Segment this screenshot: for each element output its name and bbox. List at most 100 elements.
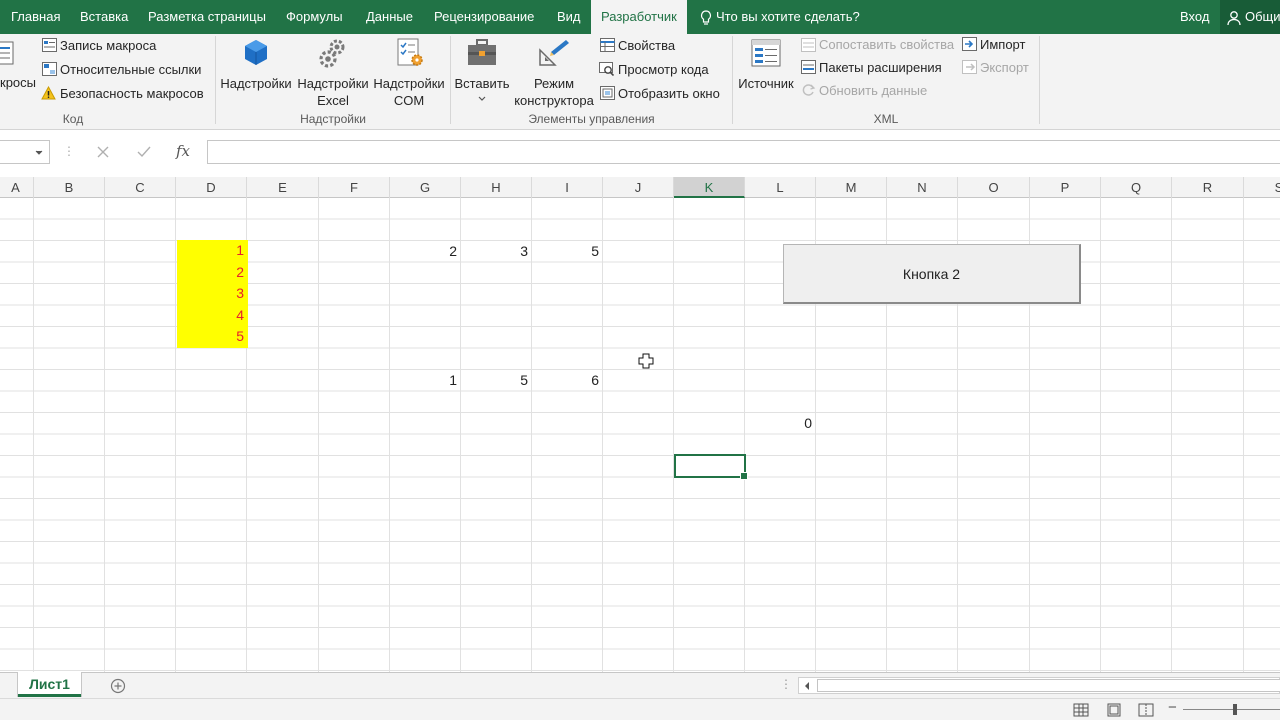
column-header-q[interactable]: Q: [1101, 177, 1172, 198]
xml-source-label: Источник: [738, 76, 794, 91]
column-header-d[interactable]: D: [176, 177, 247, 198]
column-header-c[interactable]: C: [105, 177, 176, 198]
zoom-slider-thumb[interactable]: [1233, 704, 1237, 715]
normal-view-icon[interactable]: [1073, 703, 1089, 717]
column-header-j[interactable]: J: [603, 177, 674, 198]
name-box[interactable]: [0, 140, 50, 164]
design-mode-button[interactable]: Режим конструктора: [511, 38, 597, 109]
xml-source-icon: [751, 39, 781, 67]
tab-review[interactable]: Рецензирование: [434, 0, 534, 34]
macro-security-button[interactable]: Безопасность макросов: [60, 86, 204, 101]
tell-me-search[interactable]: Что вы хотите сделать?: [700, 0, 860, 34]
insert-control-button[interactable]: Вставить: [453, 38, 511, 102]
record-macro-button[interactable]: Запись макроса: [60, 38, 156, 53]
addins-button[interactable]: Надстройки: [219, 38, 293, 92]
excel-addins-label-1: Надстройки: [297, 76, 369, 91]
tab-page-layout[interactable]: Разметка страницы: [148, 0, 266, 34]
cell-g3[interactable]: 2: [390, 241, 461, 262]
tab-home[interactable]: Главная: [11, 0, 60, 34]
map-properties-icon: [801, 38, 816, 52]
column-header-i[interactable]: I: [532, 177, 603, 198]
macros-button[interactable]: кросы: [0, 38, 36, 90]
properties-button[interactable]: Свойства: [618, 38, 675, 53]
zoom-out-button[interactable]: −: [1168, 699, 1177, 716]
add-sheet-icon[interactable]: [110, 678, 126, 694]
view-code-button[interactable]: Просмотр кода: [618, 62, 709, 77]
page-break-view-icon[interactable]: [1138, 703, 1154, 717]
sheet-tab-list1[interactable]: Лист1: [18, 672, 81, 697]
cell-d3[interactable]: 1: [177, 240, 248, 262]
map-properties-button[interactable]: Сопоставить свойства: [819, 37, 954, 52]
sheet-tab-bar: Лист1 ⋮: [0, 672, 1280, 698]
tab-view[interactable]: Вид: [557, 0, 581, 34]
grid-column-line: [602, 198, 603, 672]
import-button[interactable]: Импорт: [980, 37, 1025, 52]
grid-column-line: [318, 198, 319, 672]
tab-developer[interactable]: Разработчик: [591, 0, 687, 34]
column-header-l[interactable]: L: [745, 177, 816, 198]
column-header-p[interactable]: P: [1030, 177, 1101, 198]
macros-icon: [0, 41, 14, 65]
com-addins-button[interactable]: Надстройки COM: [371, 38, 447, 109]
column-header-b[interactable]: B: [34, 177, 105, 198]
enter-check-icon[interactable]: [136, 145, 152, 159]
relative-references-icon: [42, 62, 57, 76]
column-header-r[interactable]: R: [1172, 177, 1244, 198]
run-dialog-icon: [600, 86, 615, 100]
scroll-left-icon[interactable]: [802, 681, 812, 691]
formula-bar: ⋮ fx: [0, 138, 1280, 166]
cell-d4[interactable]: 2: [177, 261, 248, 283]
excel-addins-label-2: Excel: [317, 93, 349, 108]
cell-l11[interactable]: 0: [745, 413, 816, 434]
page-layout-view-icon[interactable]: [1106, 703, 1122, 717]
grid-column-line: [1100, 198, 1101, 672]
cell-d5[interactable]: 3: [177, 283, 248, 305]
insert-function-button[interactable]: fx: [176, 142, 190, 160]
active-cell-k13[interactable]: [674, 454, 748, 480]
xml-source-button[interactable]: Источник: [734, 38, 798, 92]
excel-addins-button[interactable]: Надстройки Excel: [295, 38, 371, 109]
cell-d6[interactable]: 4: [177, 304, 248, 326]
column-header-s[interactable]: S: [1244, 177, 1280, 198]
cell-h9[interactable]: 5: [461, 370, 532, 391]
scroll-split-grip[interactable]: ⋮: [780, 677, 792, 691]
design-mode-label-1: Режим: [533, 76, 575, 91]
expansion-packs-button[interactable]: Пакеты расширения: [819, 60, 942, 75]
cell-i9[interactable]: 6: [532, 370, 603, 391]
horizontal-scrollbar[interactable]: [798, 677, 1280, 694]
tab-data[interactable]: Данные: [366, 0, 413, 34]
grid-column-line: [175, 198, 176, 672]
cell-d7[interactable]: 5: [177, 326, 248, 348]
cell-h3[interactable]: 3: [461, 241, 532, 262]
column-header-m[interactable]: M: [816, 177, 887, 198]
record-macro-icon: [42, 38, 57, 52]
chevron-down-icon: [478, 96, 486, 101]
run-dialog-button[interactable]: Отобразить окно: [618, 86, 720, 101]
sign-in-link[interactable]: Вход: [1180, 0, 1209, 34]
scrollbar-thumb[interactable]: [817, 679, 1280, 692]
cell-i3[interactable]: 5: [532, 241, 603, 262]
zoom-slider[interactable]: [1183, 704, 1280, 715]
grid-column-line: [1171, 198, 1172, 672]
cancel-icon[interactable]: [96, 145, 110, 159]
export-button[interactable]: Экспорт: [980, 60, 1029, 75]
column-header-o[interactable]: O: [958, 177, 1030, 198]
worksheet-grid[interactable]: 1 2 3 4 5 2 3 5 1 5 6 0: [0, 198, 1280, 672]
column-header-g[interactable]: G: [390, 177, 461, 198]
share-button[interactable]: Общий доступ: [1220, 0, 1280, 34]
toolbox-icon: [468, 39, 496, 65]
column-header-h[interactable]: H: [461, 177, 532, 198]
tab-formulas[interactable]: Формулы: [286, 0, 343, 34]
cell-g9[interactable]: 1: [390, 370, 461, 391]
form-button-2[interactable]: Кнопка 2: [783, 244, 1081, 304]
column-header-k[interactable]: K: [674, 177, 745, 198]
column-header-a[interactable]: A: [0, 177, 34, 198]
tab-insert[interactable]: Вставка: [80, 0, 128, 34]
column-header-n[interactable]: N: [887, 177, 958, 198]
relative-references-button[interactable]: Относительные ссылки: [60, 62, 201, 77]
group-divider: [450, 36, 451, 124]
column-header-e[interactable]: E: [247, 177, 319, 198]
formula-input[interactable]: [207, 140, 1280, 164]
column-header-f[interactable]: F: [319, 177, 390, 198]
refresh-data-button[interactable]: Обновить данные: [819, 83, 927, 98]
